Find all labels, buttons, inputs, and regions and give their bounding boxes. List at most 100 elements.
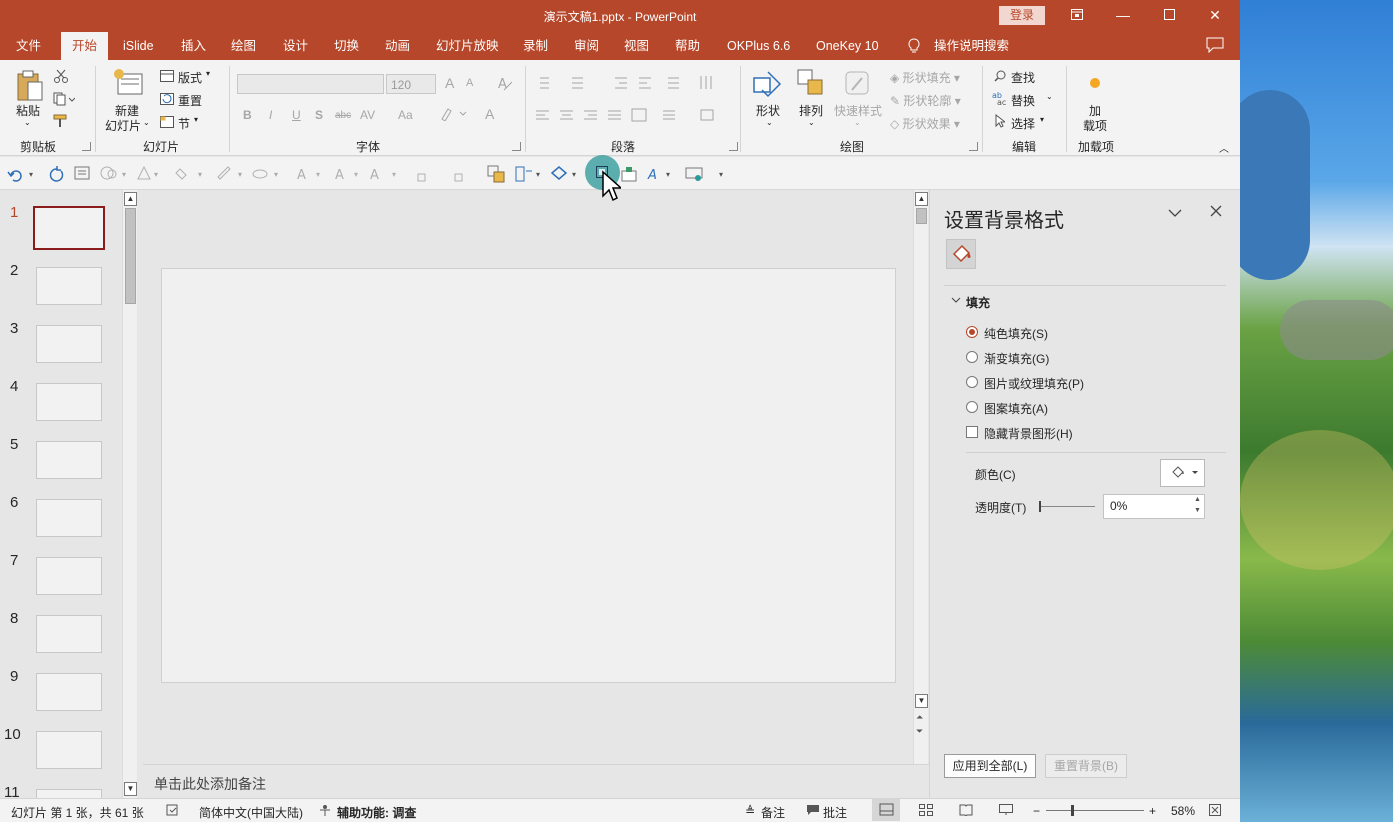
reading-view-icon[interactable] — [959, 804, 973, 819]
scroll-down-icon[interactable]: ▼ — [124, 782, 137, 796]
scroll-thumb[interactable] — [916, 208, 927, 224]
shrink-font-button[interactable]: A — [466, 77, 473, 89]
chevron-down-icon[interactable] — [950, 294, 962, 306]
tab-animations[interactable]: 动画 — [383, 32, 412, 60]
slide-thumbnail-selected[interactable] — [33, 206, 105, 250]
slide-thumbnail[interactable] — [36, 731, 102, 769]
editor-scrollbar[interactable]: ▲ ▼ ⏶ ⏷ — [913, 190, 928, 764]
thumbnail-scrollbar[interactable]: ▲ ▼ — [122, 190, 137, 798]
tab-transitions[interactable]: 切换 — [332, 32, 361, 60]
replace-icon[interactable]: ab ac — [992, 91, 1008, 108]
paste-dropdown-icon[interactable]: ⌄ — [24, 118, 31, 127]
fill-section-header[interactable]: 填充 — [966, 294, 990, 311]
layout-dropdown-icon[interactable]: ▾ — [206, 69, 210, 78]
zoom-slider-handle[interactable] — [1071, 805, 1074, 816]
paste-button[interactable]: 粘贴 — [16, 102, 40, 119]
ribbon-display-options-icon[interactable] — [1054, 0, 1100, 32]
tab-help[interactable]: 帮助 — [673, 32, 702, 60]
slide-thumbnail[interactable] — [36, 789, 102, 798]
paragraph-launcher-icon[interactable] — [729, 142, 738, 151]
accessibility-status[interactable]: 辅助功能: 调查 — [337, 804, 416, 821]
lightbulb-icon[interactable] — [907, 38, 921, 54]
addins-button-label[interactable]: 载项 — [1083, 117, 1107, 134]
comments-status-icon[interactable] — [806, 804, 820, 819]
tab-draw[interactable]: 绘图 — [229, 32, 258, 60]
paste-icon[interactable] — [16, 70, 44, 105]
tab-onekey[interactable]: OneKey 10 — [814, 32, 881, 60]
drawing-launcher-icon[interactable] — [969, 142, 978, 151]
arrange-icon[interactable] — [796, 68, 826, 103]
reset-background-button[interactable]: 重置背景(B) — [1045, 754, 1127, 778]
section-icon[interactable] — [160, 116, 174, 131]
color-picker-button[interactable] — [1160, 459, 1205, 487]
select-arrow-icon[interactable] — [995, 113, 1007, 131]
scroll-down-icon[interactable]: ▼ — [915, 694, 928, 708]
login-button[interactable]: 登录 — [999, 6, 1045, 25]
spin-down-icon[interactable]: ▼ — [1194, 507, 1203, 514]
character-spacing-button[interactable]: AV — [360, 108, 375, 122]
chevron-down-icon[interactable] — [1168, 206, 1182, 220]
slide-thumbnail[interactable] — [36, 615, 102, 653]
radio-checked[interactable] — [966, 326, 978, 338]
quick-access-icons[interactable]: ▾ ▾ ▾ ▾ ▾ ▾ A ▾ A ▾ A ▾ ▾ ▾ A ▾ ▾ — [0, 157, 740, 190]
font-launcher-icon[interactable] — [512, 142, 521, 151]
shapes-dropdown-icon[interactable]: ⌄ — [766, 118, 773, 127]
tab-insert[interactable]: 插入 — [179, 32, 208, 60]
shape-effects-button[interactable]: ◇ 形状效果 ▾ — [890, 115, 960, 132]
select-dropdown-icon[interactable]: ▾ — [1040, 115, 1044, 124]
layout-icon[interactable] — [160, 70, 174, 85]
arrange-dropdown-icon[interactable]: ⌄ — [808, 118, 815, 127]
text-shadow-button[interactable]: S — [315, 108, 323, 122]
tab-design[interactable]: 设计 — [281, 32, 310, 60]
slide-canvas[interactable] — [161, 268, 896, 683]
transparency-slider-track[interactable] — [1039, 506, 1095, 507]
slide-info[interactable]: 幻灯片 第 1 张，共 61 张 — [11, 804, 144, 821]
tab-home[interactable]: 开始 — [61, 32, 109, 60]
transparency-slider-handle[interactable] — [1039, 501, 1041, 512]
slide-sorter-icon[interactable] — [919, 804, 933, 819]
new-slide-dropdown-icon[interactable]: ⌄ — [143, 118, 150, 127]
font-size-combobox[interactable]: 120 — [386, 74, 436, 94]
fit-to-window-icon[interactable] — [1209, 804, 1221, 819]
select-button[interactable]: 选择 — [1011, 115, 1035, 132]
quick-styles-dropdown-icon[interactable]: ⌄ — [854, 118, 861, 127]
replace-dropdown-icon[interactable]: ⌄ — [1046, 92, 1053, 101]
tab-file[interactable]: 文件 — [14, 32, 43, 60]
radio[interactable] — [966, 401, 978, 413]
spin-up-icon[interactable]: ▲ — [1194, 496, 1203, 503]
bullets-icon[interactable] — [535, 75, 735, 94]
zoom-in-icon[interactable]: + — [1149, 804, 1156, 818]
addins-icon[interactable] — [1089, 77, 1101, 92]
zoom-out-icon[interactable]: − — [1033, 804, 1040, 818]
font-color-button[interactable]: A — [485, 106, 494, 122]
grow-font-button[interactable]: A — [445, 75, 454, 91]
minimize-icon[interactable]: — — [1100, 0, 1146, 32]
font-name-combobox[interactable] — [237, 74, 384, 94]
find-button[interactable]: 查找 — [1011, 69, 1035, 86]
scroll-up-icon[interactable]: ▲ — [915, 192, 928, 206]
align-icons[interactable] — [535, 108, 725, 127]
tab-islide[interactable]: iSlide — [121, 32, 156, 60]
language-indicator[interactable]: 简体中文(中国大陆) — [199, 804, 303, 821]
quick-styles-button[interactable]: 快速样式 — [834, 102, 882, 119]
format-painter-icon[interactable] — [53, 114, 69, 131]
bold-button[interactable]: B — [243, 108, 252, 122]
notes-toggle-icon[interactable]: ≜ — [745, 804, 755, 818]
zoom-level[interactable]: 58% — [1171, 804, 1195, 818]
tab-view[interactable]: 视图 — [622, 32, 651, 60]
reset-icon[interactable] — [160, 93, 174, 108]
checkbox[interactable] — [966, 426, 978, 438]
italic-button[interactable]: I — [269, 108, 272, 122]
shapes-icon[interactable] — [752, 68, 784, 103]
scroll-thumb[interactable] — [125, 208, 136, 304]
slide-thumbnail[interactable] — [36, 441, 102, 479]
zoom-slider-track[interactable] — [1046, 810, 1144, 811]
shape-fill-button[interactable]: ◈ 形状填充 ▾ — [890, 69, 960, 86]
new-slide-label[interactable]: 幻灯片 — [105, 117, 141, 134]
previous-slide-icon[interactable]: ⏶ — [916, 712, 923, 723]
notes-pane[interactable]: 单击此处添加备注 — [143, 764, 929, 798]
slide-thumbnail[interactable] — [36, 267, 102, 305]
quick-styles-icon[interactable] — [842, 68, 874, 103]
find-icon[interactable] — [994, 70, 1006, 85]
tab-record[interactable]: 录制 — [521, 32, 550, 60]
